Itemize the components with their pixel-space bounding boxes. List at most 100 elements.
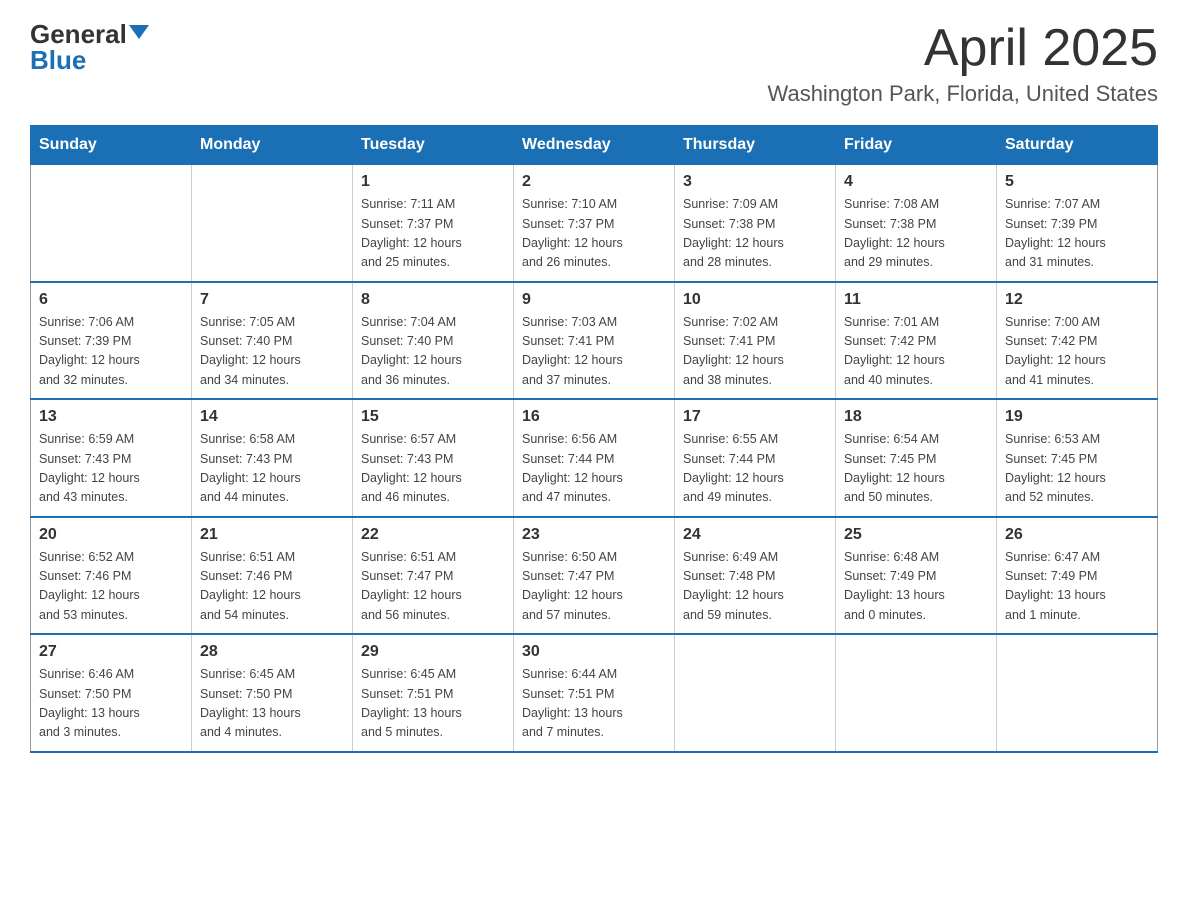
calendar-cell: 10Sunrise: 7:02 AM Sunset: 7:41 PM Dayli…	[675, 282, 836, 400]
calendar-cell: 18 Sunrise: 6:54 AM Sunset: 7:45 PM Dayli…	[836, 399, 997, 517]
day-info: Sunrise: 7:02 AM Sunset: 7:41 PM Dayligh…	[683, 313, 827, 391]
day-number: 28	[200, 643, 344, 661]
title-area: April 2025 Washington Park, Florida, Uni…	[768, 20, 1158, 107]
logo: General Blue	[30, 20, 149, 76]
day-number: 16	[522, 408, 666, 426]
day-number: 5	[1005, 173, 1149, 191]
calendar-cell: 25 Sunrise: 6:48 AM Sunset: 7:49 PM Dayli…	[836, 517, 997, 635]
day-info: Sunrise: 6:44 AM Sunset: 7:51 PM Dayligh…	[522, 665, 666, 743]
day-info: Sunrise: 7:00 AM Sunset: 7:42 PM Dayligh…	[1005, 313, 1149, 391]
day-info: Sunrise: 6:54 AM Sunset: 7:45 PM Dayligh…	[844, 430, 988, 508]
calendar-cell	[675, 634, 836, 752]
day-number: 9	[522, 291, 666, 309]
day-number: 2	[522, 173, 666, 191]
calendar-week-row: 1 Sunrise: 7:11 AM Sunset: 7:37 PM Daylig…	[31, 165, 1158, 282]
day-info: Sunrise: 6:45 AM Sunset: 7:50 PM Dayligh…	[200, 665, 344, 743]
day-number: 18	[844, 408, 988, 426]
day-info: Sunrise: 6:53 AM Sunset: 7:45 PM Dayligh…	[1005, 430, 1149, 508]
day-info: Sunrise: 6:49 AM Sunset: 7:48 PM Dayligh…	[683, 548, 827, 626]
calendar-cell: 27Sunrise: 6:46 AM Sunset: 7:50 PM Dayli…	[31, 634, 192, 752]
day-number: 1	[361, 173, 505, 191]
day-number: 7	[200, 291, 344, 309]
day-info: Sunrise: 7:07 AM Sunset: 7:39 PM Dayligh…	[1005, 195, 1149, 273]
calendar-day-header: Saturday	[997, 126, 1158, 165]
day-info: Sunrise: 6:47 AM Sunset: 7:49 PM Dayligh…	[1005, 548, 1149, 626]
calendar-cell: 13Sunrise: 6:59 AM Sunset: 7:43 PM Dayli…	[31, 399, 192, 517]
calendar-header-row: SundayMondayTuesdayWednesdayThursdayFrid…	[31, 126, 1158, 165]
subtitle: Washington Park, Florida, United States	[768, 81, 1158, 107]
day-number: 21	[200, 526, 344, 544]
calendar-cell	[997, 634, 1158, 752]
calendar-cell	[836, 634, 997, 752]
day-number: 17	[683, 408, 827, 426]
calendar-cell: 12Sunrise: 7:00 AM Sunset: 7:42 PM Dayli…	[997, 282, 1158, 400]
calendar-cell: 21 Sunrise: 6:51 AM Sunset: 7:46 PM Dayli…	[192, 517, 353, 635]
calendar-cell: 24 Sunrise: 6:49 AM Sunset: 7:48 PM Dayli…	[675, 517, 836, 635]
day-info: Sunrise: 6:59 AM Sunset: 7:43 PM Dayligh…	[39, 430, 183, 508]
day-number: 29	[361, 643, 505, 661]
day-info: Sunrise: 6:50 AM Sunset: 7:47 PM Dayligh…	[522, 548, 666, 626]
calendar-cell: 6 Sunrise: 7:06 AM Sunset: 7:39 PM Daylig…	[31, 282, 192, 400]
calendar-week-row: 27Sunrise: 6:46 AM Sunset: 7:50 PM Dayli…	[31, 634, 1158, 752]
calendar-cell	[192, 165, 353, 282]
day-number: 22	[361, 526, 505, 544]
day-number: 23	[522, 526, 666, 544]
day-info: Sunrise: 7:03 AM Sunset: 7:41 PM Dayligh…	[522, 313, 666, 391]
logo-arrow-icon	[129, 25, 149, 39]
calendar-cell: 9 Sunrise: 7:03 AM Sunset: 7:41 PM Daylig…	[514, 282, 675, 400]
calendar-day-header: Sunday	[31, 126, 192, 165]
calendar-cell: 22Sunrise: 6:51 AM Sunset: 7:47 PM Dayli…	[353, 517, 514, 635]
day-number: 26	[1005, 526, 1149, 544]
calendar-table: SundayMondayTuesdayWednesdayThursdayFrid…	[30, 125, 1158, 753]
day-info: Sunrise: 7:06 AM Sunset: 7:39 PM Dayligh…	[39, 313, 183, 391]
day-number: 19	[1005, 408, 1149, 426]
calendar-cell: 4Sunrise: 7:08 AM Sunset: 7:38 PM Daylig…	[836, 165, 997, 282]
page-header: General Blue April 2025 Washington Park,…	[30, 20, 1158, 107]
calendar-cell: 11Sunrise: 7:01 AM Sunset: 7:42 PM Dayli…	[836, 282, 997, 400]
day-info: Sunrise: 6:57 AM Sunset: 7:43 PM Dayligh…	[361, 430, 505, 508]
day-info: Sunrise: 7:04 AM Sunset: 7:40 PM Dayligh…	[361, 313, 505, 391]
day-info: Sunrise: 6:51 AM Sunset: 7:46 PM Dayligh…	[200, 548, 344, 626]
day-number: 4	[844, 173, 988, 191]
calendar-cell: 30Sunrise: 6:44 AM Sunset: 7:51 PM Dayli…	[514, 634, 675, 752]
day-info: Sunrise: 6:46 AM Sunset: 7:50 PM Dayligh…	[39, 665, 183, 743]
day-number: 24	[683, 526, 827, 544]
day-number: 14	[200, 408, 344, 426]
calendar-cell: 28 Sunrise: 6:45 AM Sunset: 7:50 PM Dayli…	[192, 634, 353, 752]
day-info: Sunrise: 6:52 AM Sunset: 7:46 PM Dayligh…	[39, 548, 183, 626]
day-number: 15	[361, 408, 505, 426]
day-number: 20	[39, 526, 183, 544]
calendar-cell: 7Sunrise: 7:05 AM Sunset: 7:40 PM Daylig…	[192, 282, 353, 400]
logo-text-blue: Blue	[30, 45, 86, 76]
calendar-week-row: 20 Sunrise: 6:52 AM Sunset: 7:46 PM Dayli…	[31, 517, 1158, 635]
calendar-cell: 17 Sunrise: 6:55 AM Sunset: 7:44 PM Dayli…	[675, 399, 836, 517]
day-info: Sunrise: 6:48 AM Sunset: 7:49 PM Dayligh…	[844, 548, 988, 626]
day-number: 11	[844, 291, 988, 309]
day-info: Sunrise: 7:11 AM Sunset: 7:37 PM Dayligh…	[361, 195, 505, 273]
calendar-cell: 19 Sunrise: 6:53 AM Sunset: 7:45 PM Dayli…	[997, 399, 1158, 517]
day-number: 3	[683, 173, 827, 191]
calendar-week-row: 6 Sunrise: 7:06 AM Sunset: 7:39 PM Daylig…	[31, 282, 1158, 400]
calendar-day-header: Friday	[836, 126, 997, 165]
calendar-week-row: 13Sunrise: 6:59 AM Sunset: 7:43 PM Dayli…	[31, 399, 1158, 517]
calendar-cell: 5 Sunrise: 7:07 AM Sunset: 7:39 PM Daylig…	[997, 165, 1158, 282]
day-info: Sunrise: 6:55 AM Sunset: 7:44 PM Dayligh…	[683, 430, 827, 508]
day-info: Sunrise: 6:45 AM Sunset: 7:51 PM Dayligh…	[361, 665, 505, 743]
day-info: Sunrise: 7:09 AM Sunset: 7:38 PM Dayligh…	[683, 195, 827, 273]
main-title: April 2025	[768, 20, 1158, 77]
day-number: 25	[844, 526, 988, 544]
calendar-cell: 8Sunrise: 7:04 AM Sunset: 7:40 PM Daylig…	[353, 282, 514, 400]
calendar-day-header: Thursday	[675, 126, 836, 165]
calendar-day-header: Wednesday	[514, 126, 675, 165]
calendar-cell: 1 Sunrise: 7:11 AM Sunset: 7:37 PM Daylig…	[353, 165, 514, 282]
calendar-cell: 16 Sunrise: 6:56 AM Sunset: 7:44 PM Dayli…	[514, 399, 675, 517]
day-info: Sunrise: 6:56 AM Sunset: 7:44 PM Dayligh…	[522, 430, 666, 508]
day-info: Sunrise: 6:58 AM Sunset: 7:43 PM Dayligh…	[200, 430, 344, 508]
calendar-cell: 14 Sunrise: 6:58 AM Sunset: 7:43 PM Dayli…	[192, 399, 353, 517]
calendar-cell	[31, 165, 192, 282]
day-number: 6	[39, 291, 183, 309]
calendar-cell: 20 Sunrise: 6:52 AM Sunset: 7:46 PM Dayli…	[31, 517, 192, 635]
calendar-cell: 2 Sunrise: 7:10 AM Sunset: 7:37 PM Daylig…	[514, 165, 675, 282]
calendar-cell: 23 Sunrise: 6:50 AM Sunset: 7:47 PM Dayli…	[514, 517, 675, 635]
day-info: Sunrise: 7:10 AM Sunset: 7:37 PM Dayligh…	[522, 195, 666, 273]
